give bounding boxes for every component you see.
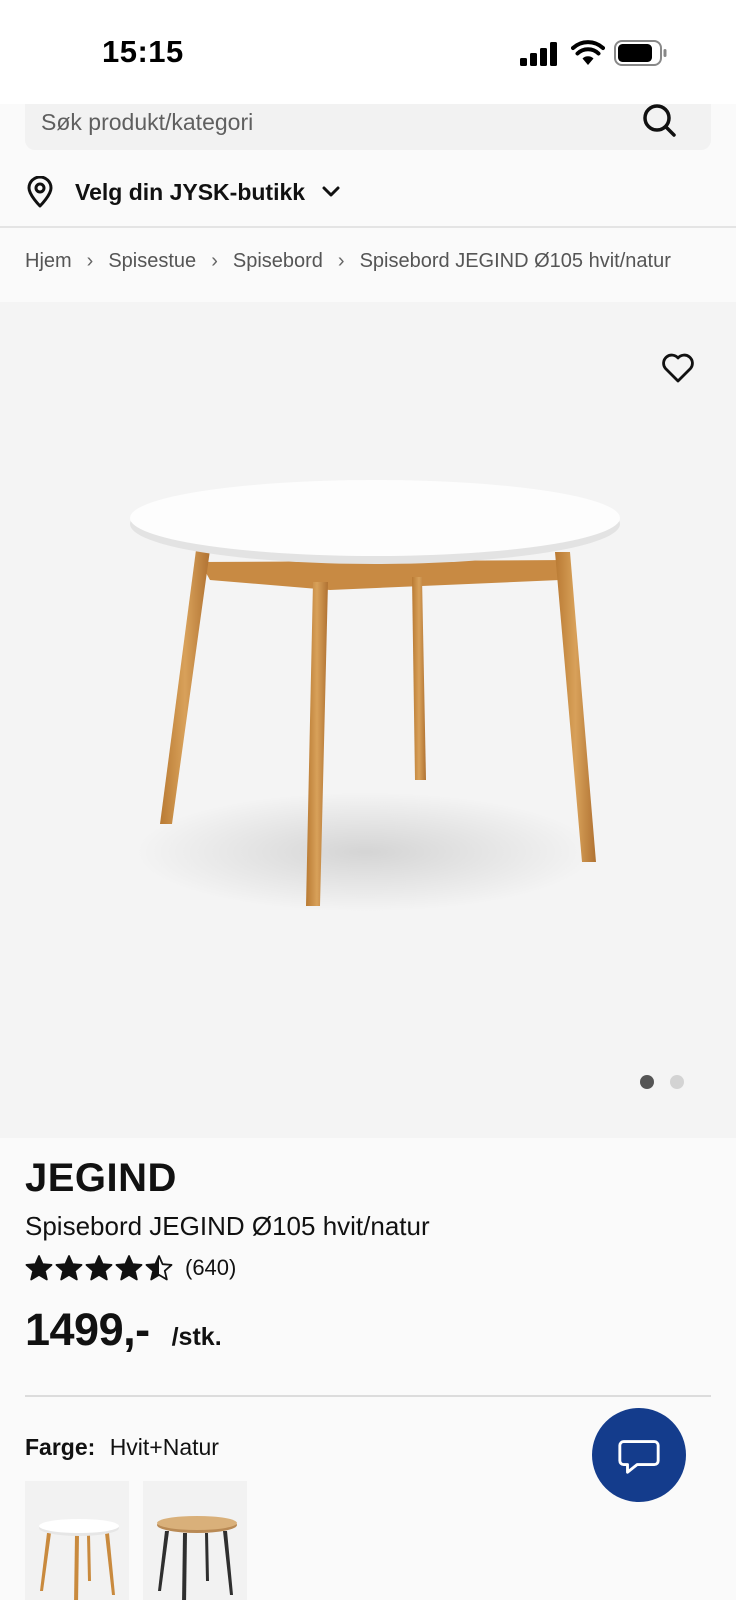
gallery-dot-2[interactable] bbox=[670, 1075, 684, 1089]
color-swatches bbox=[25, 1481, 247, 1600]
section-divider bbox=[25, 1395, 711, 1397]
wifi-icon bbox=[571, 40, 605, 65]
breadcrumb-separator: › bbox=[211, 250, 218, 272]
chevron-down-icon bbox=[322, 186, 340, 197]
chat-button[interactable] bbox=[592, 1408, 686, 1502]
star-icon bbox=[25, 1255, 53, 1281]
battery-icon bbox=[614, 40, 667, 66]
header-divider bbox=[0, 226, 736, 228]
status-bar: 15:15 bbox=[0, 0, 736, 104]
color-selector-label: Farge: Hvit+Natur bbox=[25, 1434, 219, 1461]
heart-icon[interactable] bbox=[661, 352, 695, 384]
color-swatch-natur-svart[interactable] bbox=[143, 1481, 247, 1600]
price-amount: 1499,- bbox=[25, 1304, 150, 1355]
star-icon bbox=[115, 1255, 143, 1281]
breadcrumb-item-spisebord[interactable]: Spisebord bbox=[233, 250, 323, 273]
star-icon bbox=[55, 1255, 83, 1281]
color-swatch-hvit-natur[interactable] bbox=[25, 1481, 129, 1600]
breadcrumb-item-home[interactable]: Hjem bbox=[25, 250, 72, 273]
breadcrumb-separator: › bbox=[337, 250, 345, 272]
product-image-gallery[interactable] bbox=[0, 302, 736, 1138]
product-name: Spisebord JEGIND Ø105 hvit/natur bbox=[25, 1211, 430, 1241]
product-brand: JEGIND bbox=[25, 1156, 177, 1200]
price-unit: /stk. bbox=[171, 1323, 222, 1351]
gallery-pagination bbox=[640, 1075, 684, 1089]
product-image bbox=[130, 480, 620, 912]
gallery-dot-1[interactable] bbox=[640, 1075, 654, 1089]
search-bar bbox=[25, 104, 711, 150]
star-icon bbox=[85, 1255, 113, 1281]
color-value: Hvit+Natur bbox=[109, 1434, 219, 1460]
color-label: Farge: bbox=[25, 1434, 96, 1460]
rating-stars bbox=[25, 1254, 173, 1282]
signal-icon bbox=[520, 42, 557, 66]
breadcrumb: Hjem › Spisestue › Spisebord › Spisebord… bbox=[25, 250, 671, 273]
chat-icon bbox=[618, 1440, 660, 1474]
star-icon bbox=[145, 1255, 173, 1281]
swatch-image-hvit-natur bbox=[39, 1519, 119, 1600]
breadcrumb-item-spisestue[interactable]: Spisestue bbox=[108, 250, 196, 273]
store-selector-label: Velg din JYSK-butikk bbox=[75, 178, 306, 205]
review-count: (640) bbox=[185, 1255, 237, 1280]
breadcrumb-separator: › bbox=[86, 250, 94, 272]
store-selector[interactable]: Velg din JYSK-butikk bbox=[25, 172, 341, 212]
location-pin-icon bbox=[27, 176, 53, 208]
swatch-image-natur-svart bbox=[157, 1516, 237, 1600]
status-time: 15:15 bbox=[102, 34, 184, 69]
search-icon[interactable] bbox=[641, 102, 679, 140]
product-rating[interactable]: (640) bbox=[25, 1254, 236, 1282]
product-price: 1499,- /stk. bbox=[25, 1304, 222, 1356]
breadcrumb-item-current: Spisebord JEGIND Ø105 hvit/natur bbox=[359, 250, 671, 272]
search-input[interactable] bbox=[41, 104, 641, 140]
